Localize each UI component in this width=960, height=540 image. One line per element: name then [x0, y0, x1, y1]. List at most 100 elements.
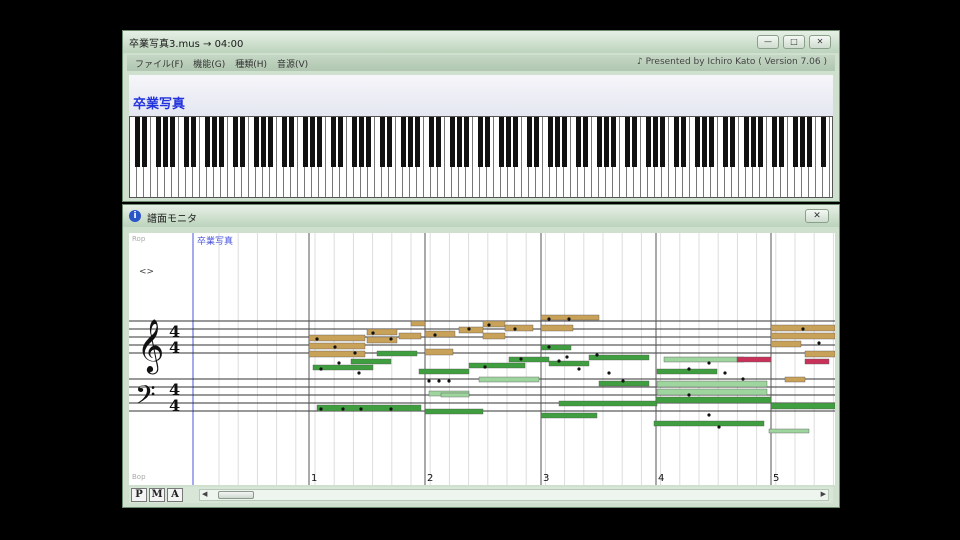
black-key[interactable] — [365, 117, 371, 167]
black-key[interactable] — [260, 117, 266, 167]
black-key[interactable] — [533, 117, 539, 167]
horizontal-scrollbar[interactable]: ◀ ▶ — [199, 489, 829, 501]
black-key[interactable] — [162, 117, 168, 167]
black-key[interactable] — [358, 117, 364, 167]
black-key[interactable] — [652, 117, 658, 167]
monitor-titlebar[interactable]: i 譜面モニタ ✕ — [123, 205, 839, 227]
black-key[interactable] — [645, 117, 651, 167]
note-bar — [770, 402, 835, 410]
note-bar — [663, 356, 745, 363]
bottom-label: Bop — [132, 473, 146, 481]
black-key[interactable] — [526, 117, 532, 167]
black-key[interactable] — [680, 117, 686, 167]
black-key[interactable] — [610, 117, 616, 167]
menu-type[interactable]: 種類(H) — [235, 57, 267, 70]
black-key[interactable] — [463, 117, 469, 167]
note-head — [547, 317, 551, 321]
black-key[interactable] — [498, 117, 504, 167]
black-key[interactable] — [253, 117, 259, 167]
maximize-button[interactable]: □ — [783, 35, 805, 49]
black-key[interactable] — [694, 117, 700, 167]
scroll-thumb[interactable] — [218, 491, 254, 499]
black-key[interactable] — [561, 117, 567, 167]
black-key[interactable] — [386, 117, 392, 167]
black-key[interactable] — [505, 117, 511, 167]
black-key[interactable] — [316, 117, 322, 167]
black-key[interactable] — [428, 117, 434, 167]
black-key[interactable] — [330, 117, 336, 167]
black-key[interactable] — [435, 117, 441, 167]
black-key[interactable] — [281, 117, 287, 167]
black-key[interactable] — [204, 117, 210, 167]
player-titlebar[interactable]: 卒業写真3.mus → 04:00 — □ ✕ — [123, 31, 839, 53]
black-key[interactable] — [211, 117, 217, 167]
black-key[interactable] — [484, 117, 490, 167]
black-key[interactable] — [701, 117, 707, 167]
black-key[interactable] — [603, 117, 609, 167]
black-key[interactable] — [743, 117, 749, 167]
black-key[interactable] — [659, 117, 665, 167]
black-key[interactable] — [722, 117, 728, 167]
black-key[interactable] — [820, 117, 826, 167]
black-key[interactable] — [218, 117, 224, 167]
black-key[interactable] — [582, 117, 588, 167]
black-key[interactable] — [155, 117, 161, 167]
black-key[interactable] — [400, 117, 406, 167]
score-area[interactable]: Rop <> Bop 卒業写真 𝄞 𝄢 4 4 4 4 1 2 3 4 5 — [129, 233, 835, 485]
black-key[interactable] — [190, 117, 196, 167]
black-key[interactable] — [288, 117, 294, 167]
fold-toggle[interactable]: <> — [139, 267, 154, 277]
black-key[interactable] — [302, 117, 308, 167]
black-key[interactable] — [596, 117, 602, 167]
black-key[interactable] — [169, 117, 175, 167]
black-key[interactable] — [512, 117, 518, 167]
note-bar — [548, 360, 590, 367]
menu-file[interactable]: ファイル(F) — [135, 57, 183, 70]
scroll-right-icon[interactable]: ▶ — [821, 490, 826, 498]
mode-button-a[interactable]: A — [167, 488, 183, 502]
black-key[interactable] — [477, 117, 483, 167]
scroll-left-icon[interactable]: ◀ — [202, 490, 207, 498]
black-key[interactable] — [729, 117, 735, 167]
black-key[interactable] — [806, 117, 812, 167]
black-key[interactable] — [183, 117, 189, 167]
black-key[interactable] — [407, 117, 413, 167]
black-key[interactable] — [673, 117, 679, 167]
window-title: 卒業写真3.mus → 04:00 — [129, 38, 244, 50]
black-key[interactable] — [141, 117, 147, 167]
black-key[interactable] — [547, 117, 553, 167]
black-key[interactable] — [771, 117, 777, 167]
black-key[interactable] — [337, 117, 343, 167]
black-key[interactable] — [575, 117, 581, 167]
mode-button-m[interactable]: M — [149, 488, 165, 502]
black-key[interactable] — [232, 117, 238, 167]
bottom-bar: P M A ◀ ▶ — [129, 487, 833, 503]
black-key[interactable] — [414, 117, 420, 167]
black-key[interactable] — [757, 117, 763, 167]
black-key[interactable] — [379, 117, 385, 167]
mode-button-p[interactable]: P — [131, 488, 147, 502]
black-key[interactable] — [449, 117, 455, 167]
monitor-close-button[interactable]: ✕ — [805, 209, 829, 223]
note-bar — [482, 320, 506, 328]
black-key[interactable] — [134, 117, 140, 167]
black-key[interactable] — [351, 117, 357, 167]
black-key[interactable] — [456, 117, 462, 167]
black-key[interactable] — [750, 117, 756, 167]
black-key[interactable] — [624, 117, 630, 167]
black-key[interactable] — [778, 117, 784, 167]
menu-function[interactable]: 機能(G) — [193, 57, 225, 70]
black-key[interactable] — [239, 117, 245, 167]
black-key[interactable] — [267, 117, 273, 167]
minimize-button[interactable]: — — [757, 35, 779, 49]
black-key[interactable] — [708, 117, 714, 167]
black-key[interactable] — [554, 117, 560, 167]
black-key[interactable] — [631, 117, 637, 167]
close-button[interactable]: ✕ — [809, 35, 831, 49]
menu-sound[interactable]: 音源(V) — [277, 57, 308, 70]
black-key[interactable] — [309, 117, 315, 167]
black-key[interactable] — [792, 117, 798, 167]
black-key[interactable] — [799, 117, 805, 167]
note-bar — [736, 356, 772, 363]
piano-keyboard[interactable] — [129, 116, 833, 198]
